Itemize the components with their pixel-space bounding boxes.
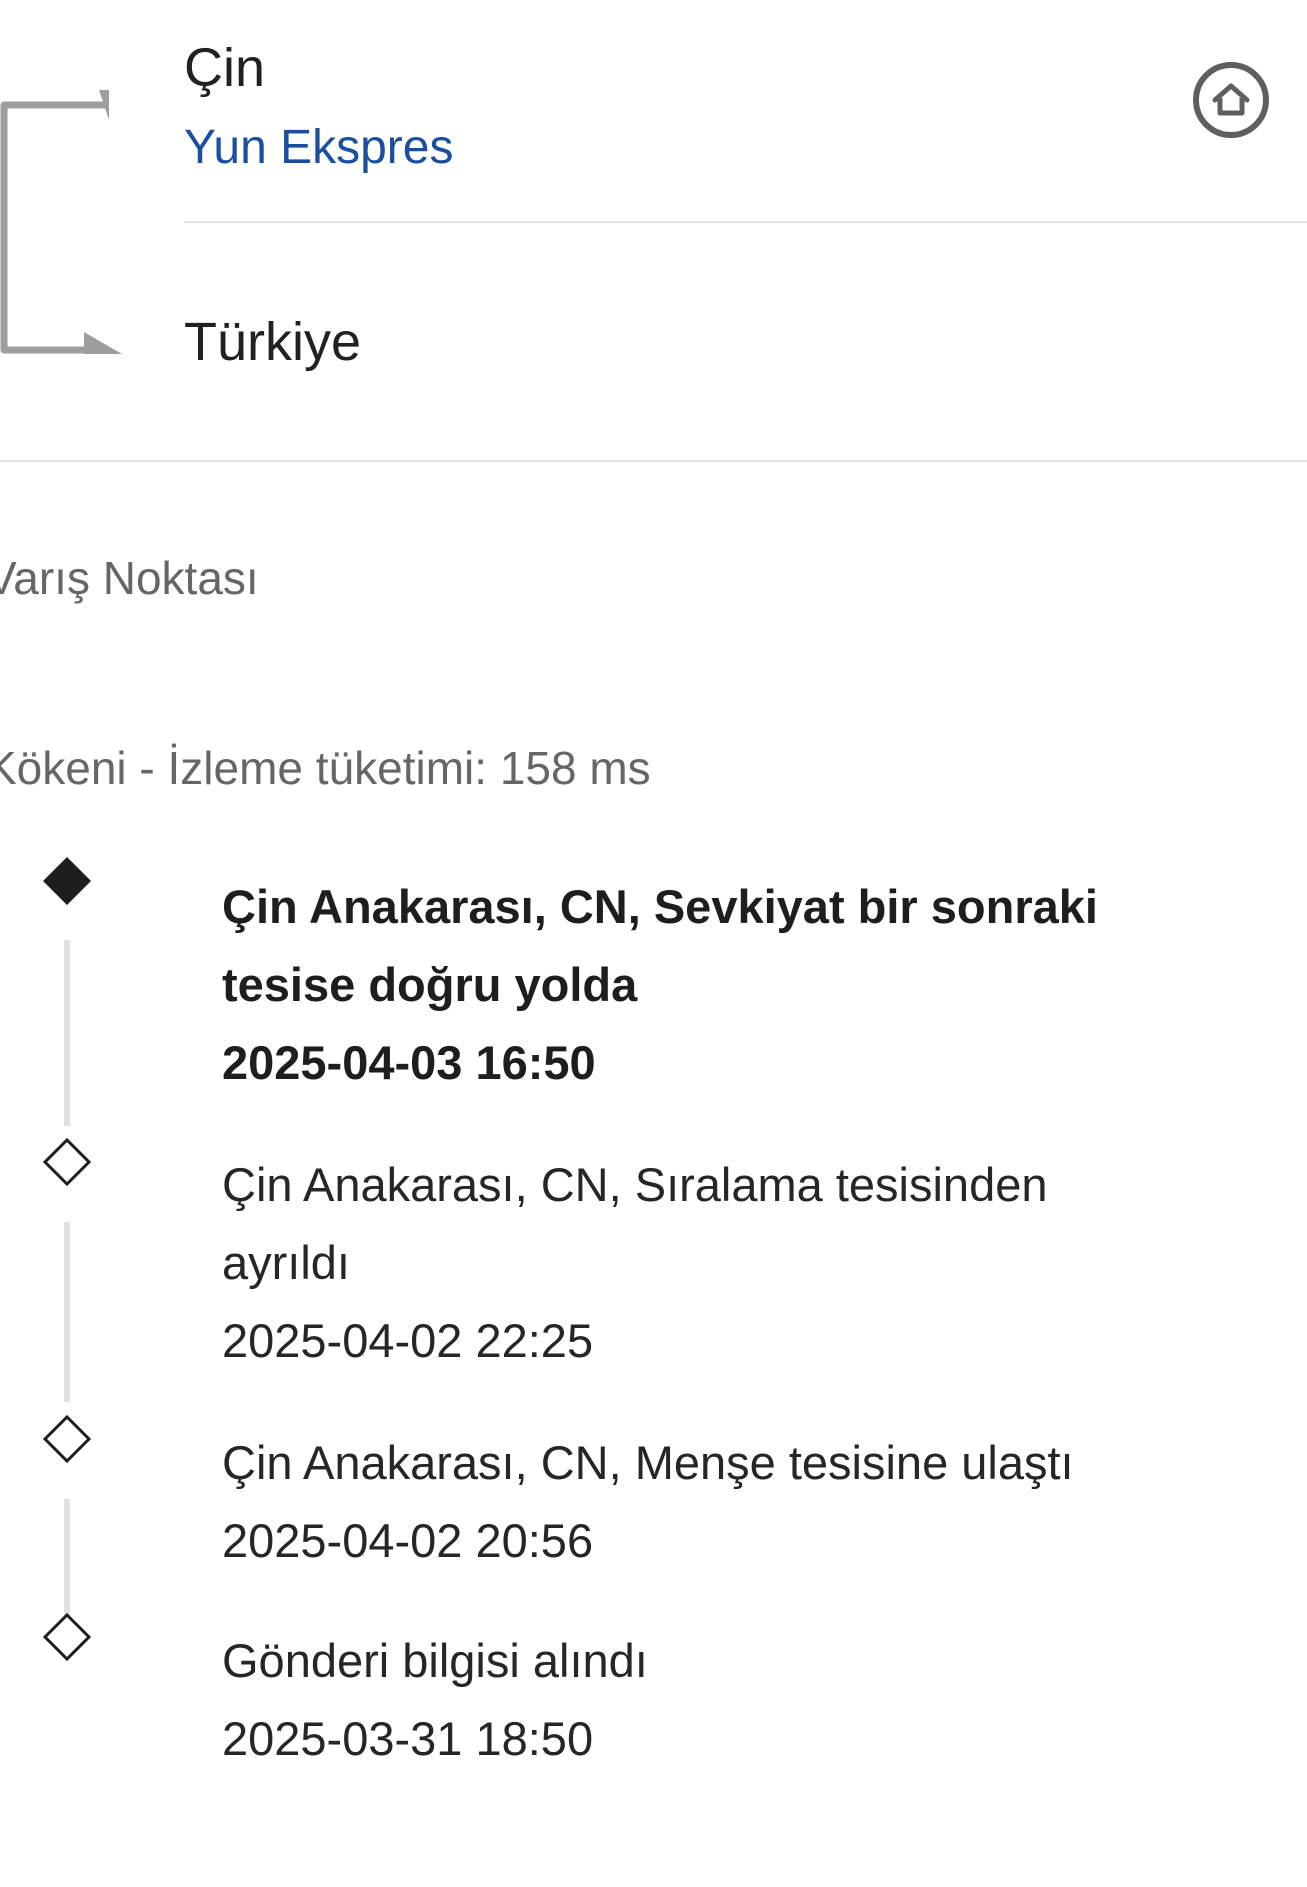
origin-country: Çin	[184, 38, 266, 98]
event-description-continued: tesise doğru yolda	[222, 958, 638, 1011]
tracking-timeline: Çin Anakarası, CN, Sevkiyat bir sonraki …	[0, 850, 1307, 1765]
event-description: Çin Anakarası, CN, Sevkiyat bir sonraki	[222, 880, 1098, 933]
timeline-event: Çin Anakarası, CN, Menşe tesisine ulaştı…	[222, 1424, 1202, 1580]
destination-country: Türkiye	[184, 312, 362, 372]
home-icon	[1212, 83, 1250, 116]
past-status-diamond-icon	[42, 1612, 92, 1662]
event-timestamp: 2025-04-02 20:56	[222, 1514, 594, 1567]
timeline-connector	[64, 940, 70, 1126]
route-divider	[184, 221, 1307, 223]
origin-tracking-label: Kökeni - İzleme tüketimi: 158 ms	[0, 742, 651, 794]
event-description: Çin Anakarası, CN, Sıralama tesisinden	[222, 1158, 1048, 1211]
event-timestamp: 2025-04-03 16:50	[222, 1036, 596, 1089]
carrier-link[interactable]: Yun Ekspres	[184, 118, 453, 178]
event-timestamp: 2025-03-31 18:50	[222, 1712, 594, 1765]
timeline-event: Çin Anakarası, CN, Sevkiyat bir sonraki …	[222, 868, 1202, 1102]
route-bracket-icon	[0, 90, 122, 354]
timeline-connector	[64, 1222, 70, 1402]
event-description: Gönderi bilgisi alındı	[222, 1634, 648, 1687]
timeline-event: Gönderi bilgisi alındı 2025-03-31 18:50	[222, 1622, 1202, 1778]
home-button[interactable]	[1193, 62, 1269, 138]
past-status-diamond-icon	[42, 1414, 92, 1464]
section-divider	[0, 460, 1307, 462]
past-status-diamond-icon	[42, 1137, 92, 1187]
destination-label: Varış Noktası	[0, 552, 259, 604]
timeline-event: Çin Anakarası, CN, Sıralama tesisinden a…	[222, 1146, 1202, 1380]
event-description: Çin Anakarası, CN, Menşe tesisine ulaştı	[222, 1436, 1074, 1489]
event-timestamp: 2025-04-02 22:25	[222, 1314, 594, 1367]
event-description-continued: ayrıldı	[222, 1236, 350, 1289]
current-status-diamond-icon	[43, 857, 91, 905]
